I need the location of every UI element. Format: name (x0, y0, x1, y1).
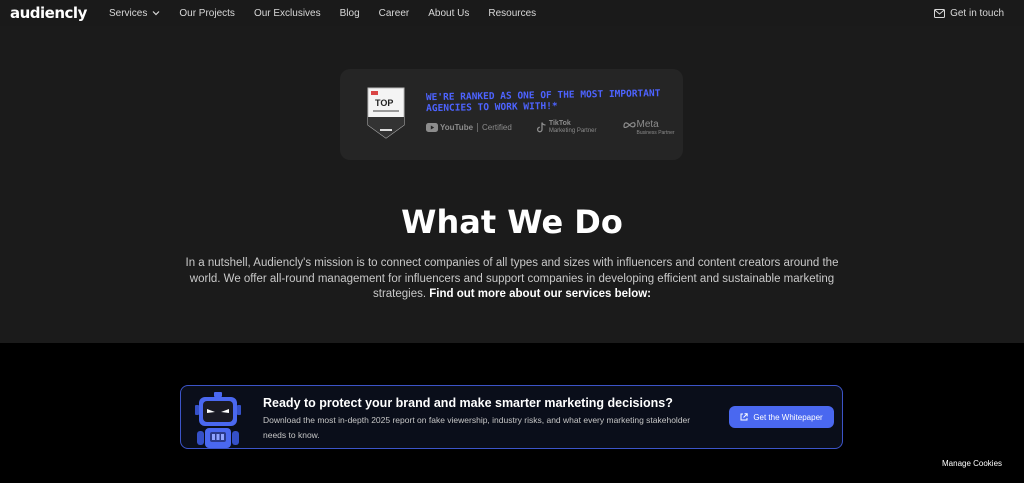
external-link-icon (740, 413, 749, 421)
meta-brand: Meta (636, 119, 659, 130)
nav-item-blog[interactable]: Blog (340, 8, 360, 19)
top-label: TOP (375, 98, 394, 108)
mail-icon (934, 8, 946, 18)
partner-logos: YouTube Certified TikTok Marketing Partn… (426, 119, 675, 136)
top-navigation: audiencly Services Our Projects Our Excl… (0, 0, 1024, 26)
banner-description: Download the most in-depth 2025 report o… (263, 415, 691, 440)
tiktok-brand: TikTok (548, 120, 571, 127)
tiktok-icon (536, 122, 546, 133)
tiktok-partner-logo: TikTok Marketing Partner (536, 120, 597, 135)
tiktok-sub: Marketing Partner (548, 128, 597, 134)
manage-cookies-link[interactable]: Manage Cookies (942, 459, 1002, 468)
ranking-badge-card: TOP We're ranked as one of the most impo… (340, 69, 683, 160)
youtube-brand: YouTube (440, 123, 474, 132)
ranked-text: We're ranked as one of the most importan… (425, 88, 661, 115)
intro-paragraph: In a nutshell, Audiencly's mission is to… (185, 256, 839, 303)
get-in-touch-link[interactable]: Get in touch (934, 0, 1004, 26)
top-agency-badge-icon (367, 87, 405, 139)
page-title: What We Do (401, 203, 623, 241)
nav-item-resources[interactable]: Resources (488, 8, 536, 19)
nav-item-career[interactable]: Career (379, 8, 410, 19)
meta-sub: Business Partner (636, 130, 675, 136)
nav-item-our-exclusives[interactable]: Our Exclusives (254, 8, 321, 19)
youtube-cert: Certified (477, 123, 512, 132)
meta-icon (622, 122, 636, 128)
whitepaper-banner: Ready to protect your brand and make sma… (180, 385, 843, 449)
audiencly-logo[interactable]: audiencly (10, 4, 87, 22)
youtube-icon (426, 123, 438, 132)
robot-mascot-icon (195, 392, 241, 448)
intro-bold-text: Find out more about our services below: (429, 288, 651, 300)
nav-links: Services Our Projects Our Exclusives Blo… (109, 0, 555, 26)
nav-item-about-us[interactable]: About Us (428, 8, 469, 19)
nav-item-label: Services (109, 7, 148, 19)
get-in-touch-label: Get in touch (950, 7, 1004, 19)
youtube-certified-logo: YouTube Certified (426, 123, 512, 132)
nav-item-services[interactable]: Services (109, 8, 160, 19)
get-whitepaper-label: Get the Whitepaper (753, 412, 823, 422)
banner-title: Ready to protect your brand and make sma… (263, 396, 673, 410)
get-whitepaper-button[interactable]: Get the Whitepaper (729, 406, 834, 428)
nav-item-our-projects[interactable]: Our Projects (179, 8, 235, 19)
chevron-down-icon (152, 11, 160, 16)
meta-partner-logo: Meta Business Partner (622, 119, 675, 136)
